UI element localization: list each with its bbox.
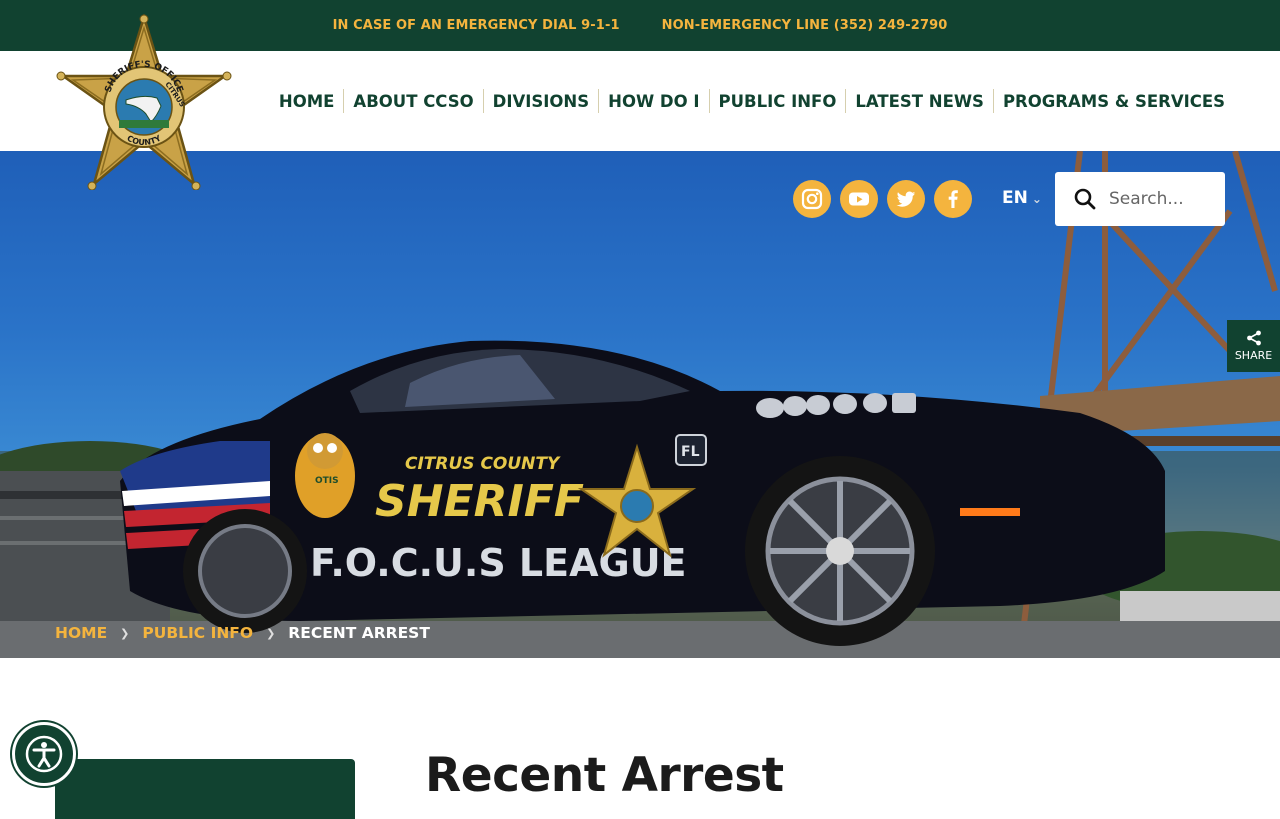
- chevron-down-icon: ⌄: [1031, 192, 1042, 206]
- youtube-icon[interactable]: [840, 180, 878, 218]
- emergency-text: IN CASE OF AN EMERGENCY DIAL 9-1-1: [332, 18, 620, 33]
- hero-banner: CITRUS COUNTY SHERIFF F.O.C.U.S LEAGUE O…: [0, 151, 1280, 658]
- nav-home[interactable]: HOME: [270, 92, 344, 111]
- sidebar-menu-header: [55, 759, 355, 819]
- language-selector[interactable]: EN ⌄: [1002, 188, 1042, 208]
- instagram-icon[interactable]: [793, 180, 831, 218]
- car-decal-league: F.O.C.U.S LEAGUE: [310, 541, 687, 585]
- social-links: [793, 180, 972, 218]
- facebook-icon[interactable]: [934, 180, 972, 218]
- chevron-right-icon: ❯: [266, 626, 276, 640]
- accessibility-icon: [25, 735, 63, 773]
- share-label: SHARE: [1234, 349, 1273, 362]
- breadcrumb: HOME ❯ PUBLIC INFO ❯ RECENT ARREST: [55, 624, 430, 642]
- nav-about-ccso[interactable]: ABOUT CCSO: [344, 92, 482, 111]
- search-box: [1055, 172, 1225, 226]
- nav-divisions[interactable]: DIVISIONS: [484, 92, 599, 111]
- breadcrumb-current: RECENT ARREST: [288, 624, 430, 642]
- nav-public-info[interactable]: PUBLIC INFO: [710, 92, 846, 111]
- hero-scene: CITRUS COUNTY SHERIFF F.O.C.U.S LEAGUE O…: [0, 151, 1280, 658]
- non-emergency-text[interactable]: NON-EMERGENCY LINE (352) 249-2790: [662, 18, 948, 33]
- car-decal-fl: FL: [681, 444, 700, 460]
- share-button[interactable]: SHARE: [1227, 320, 1280, 372]
- twitter-icon[interactable]: [887, 180, 925, 218]
- search-input[interactable]: [1109, 189, 1219, 209]
- sheriff-badge-logo[interactable]: SHERIFF'S OFFICE COUNTY CITRUS: [53, 14, 235, 190]
- chevron-right-icon: ❯: [120, 626, 130, 640]
- language-label: EN: [1002, 188, 1028, 208]
- search-icon[interactable]: [1073, 187, 1097, 211]
- breadcrumb-public-info[interactable]: PUBLIC INFO: [142, 624, 253, 642]
- car-decal-mascot: OTIS: [315, 476, 339, 486]
- main-nav: HOME ABOUT CCSO DIVISIONS HOW DO I PUBLI…: [270, 51, 1234, 151]
- nav-how-do-i[interactable]: HOW DO I: [599, 92, 708, 111]
- accessibility-button[interactable]: [12, 722, 76, 786]
- car-decal-sheriff: SHERIFF: [375, 476, 584, 527]
- nav-programs-services[interactable]: PROGRAMS & SERVICES: [994, 92, 1234, 111]
- page-title: Recent Arrest: [425, 748, 784, 803]
- breadcrumb-home[interactable]: HOME: [55, 624, 107, 642]
- share-icon: [1246, 330, 1261, 346]
- car-decal-county: CITRUS COUNTY: [405, 454, 561, 474]
- nav-latest-news[interactable]: LATEST NEWS: [846, 92, 993, 111]
